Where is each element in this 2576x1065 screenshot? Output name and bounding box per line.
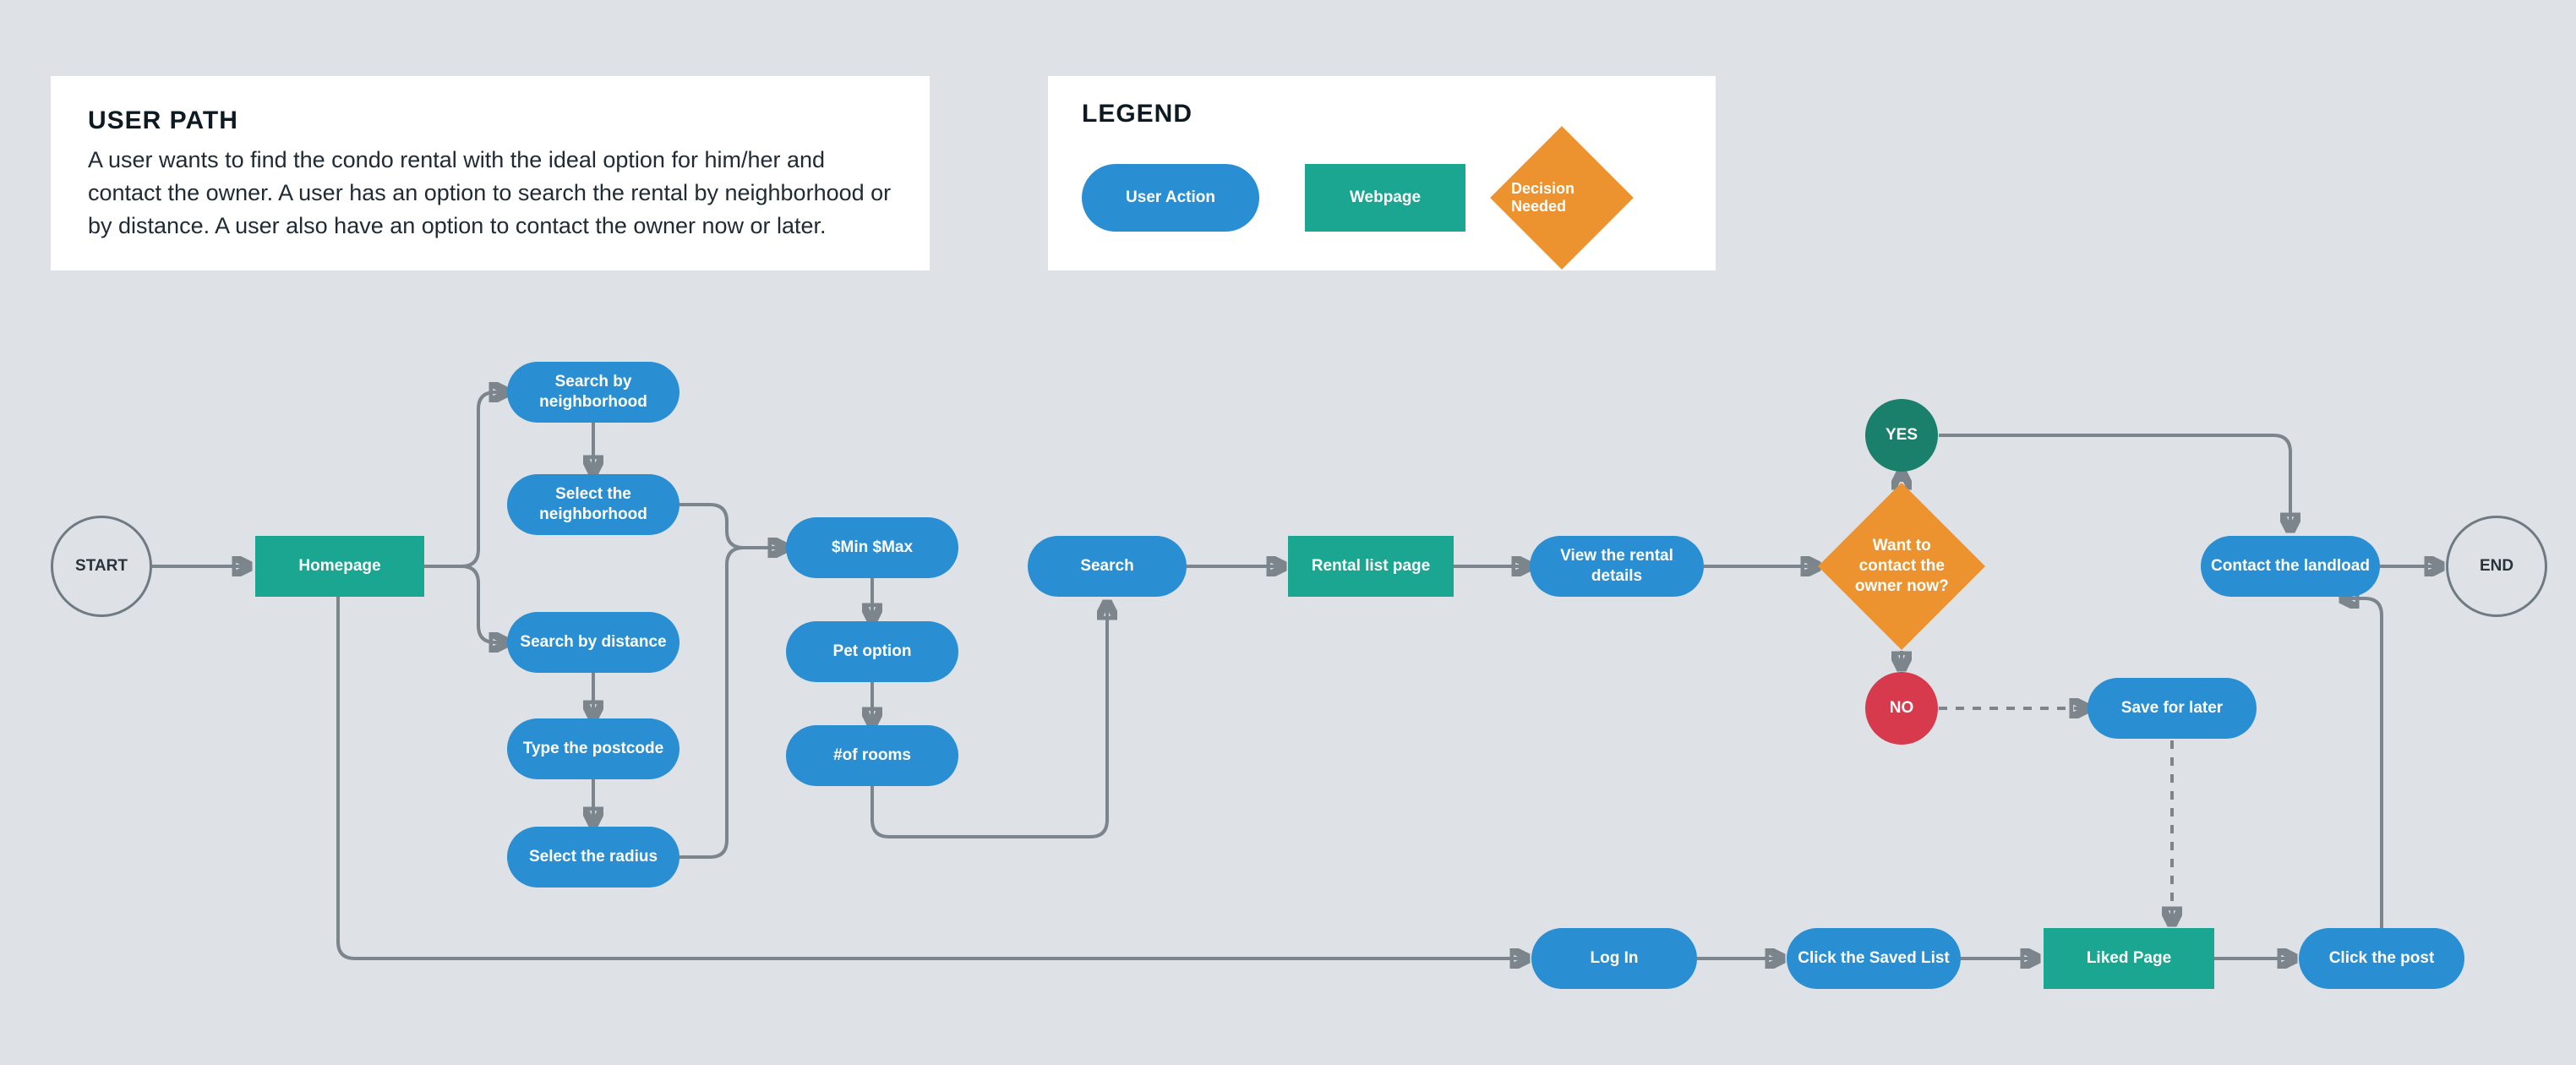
node-decision-contact: Want to contact the owner now? [1818, 483, 1985, 650]
node-start: START [51, 516, 152, 617]
node-num-rooms: #of rooms [786, 725, 958, 786]
node-rental-list-page: Rental list page [1288, 536, 1454, 597]
node-min-max: $Min $Max [786, 517, 958, 578]
node-homepage: Homepage [255, 536, 424, 597]
node-select-neighborhood: Select the neighborhood [507, 474, 679, 535]
node-pet-option: Pet option [786, 621, 958, 682]
node-liked-page: Liked Page [2044, 928, 2214, 989]
node-type-postcode: Type the postcode [507, 718, 679, 779]
node-save-for-later: Save for later [2088, 678, 2257, 739]
node-contact-landlord: Contact the landload [2201, 536, 2380, 597]
node-decision-contact-label: Want to contact the owner now? [1842, 536, 1961, 596]
node-no: NO [1865, 672, 1938, 745]
node-click-saved-list: Click the Saved List [1787, 928, 1961, 989]
flowchart: START Homepage Search by neighborhood Se… [0, 0, 2576, 1065]
node-log-in: Log In [1531, 928, 1697, 989]
node-search-by-distance: Search by distance [507, 612, 679, 673]
node-click-the-post: Click the post [2299, 928, 2464, 989]
node-yes: YES [1865, 399, 1938, 472]
node-search: Search [1028, 536, 1187, 597]
node-search-by-neighborhood: Search by neighborhood [507, 362, 679, 423]
node-view-rental-details: View the rental details [1530, 536, 1704, 597]
node-select-radius: Select the radius [507, 827, 679, 888]
node-end: END [2446, 516, 2547, 617]
